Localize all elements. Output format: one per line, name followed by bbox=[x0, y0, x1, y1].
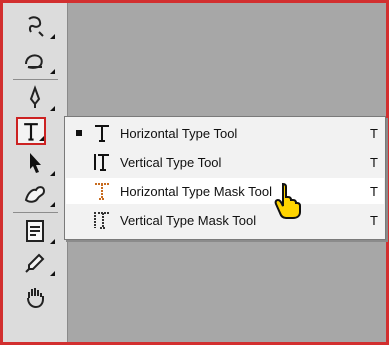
horizontal-type-icon bbox=[90, 121, 114, 145]
pen-icon[interactable] bbox=[15, 83, 55, 113]
tools-panel bbox=[3, 3, 68, 342]
eraser-icon[interactable] bbox=[15, 46, 55, 76]
vertical-type-mask-icon bbox=[90, 208, 114, 232]
type-tool-button[interactable] bbox=[16, 117, 46, 145]
menu-item-label: Vertical Type Tool bbox=[120, 154, 222, 170]
bullet-placeholder bbox=[76, 217, 82, 223]
menu-item-horizontal-type-mask[interactable]: Horizontal Type Mask Tool T bbox=[66, 178, 384, 204]
pen-icon-svg bbox=[29, 85, 41, 108]
type-tool-flyout-menu: Horizontal Type Tool T Vertical Type Too… bbox=[64, 116, 386, 240]
menu-item-horizontal-type[interactable]: Horizontal Type Tool T bbox=[66, 120, 384, 146]
menu-item-shortcut: T bbox=[370, 125, 378, 141]
hand-pointer-cursor-icon bbox=[274, 182, 301, 219]
menu-item-shortcut: T bbox=[370, 183, 378, 199]
vertical-type-icon bbox=[90, 150, 114, 174]
menu-item-vertical-type[interactable]: Vertical Type Tool T bbox=[66, 149, 384, 175]
eyedropper-icon[interactable] bbox=[15, 248, 55, 278]
bullet-placeholder bbox=[76, 159, 82, 165]
menu-item-shortcut: T bbox=[370, 212, 378, 228]
toolbar-divider bbox=[13, 212, 58, 213]
path-selection-icon[interactable] bbox=[15, 148, 55, 178]
hand-icon[interactable] bbox=[15, 282, 55, 312]
menu-item-label: Horizontal Type Mask Tool bbox=[120, 183, 272, 199]
menu-item-label: Vertical Type Mask Tool bbox=[120, 212, 257, 228]
eraser-icon-svg bbox=[25, 54, 43, 69]
notes-icon-svg bbox=[26, 220, 44, 242]
custom-shape-icon[interactable] bbox=[15, 179, 55, 209]
custom-shape-icon-svg bbox=[24, 186, 46, 203]
notes-icon[interactable] bbox=[15, 216, 55, 246]
bullet-placeholder bbox=[76, 188, 82, 194]
eyedropper-icon-svg bbox=[25, 253, 45, 273]
active-bullet bbox=[76, 130, 82, 136]
healing-brush-icon-svg bbox=[28, 16, 44, 37]
healing-brush-icon[interactable] bbox=[15, 11, 55, 41]
horizontal-type-mask-icon bbox=[90, 179, 114, 203]
menu-item-shortcut: T bbox=[370, 154, 378, 170]
toolbar-divider bbox=[13, 79, 58, 80]
menu-item-vertical-type-mask[interactable]: Vertical Type Mask Tool T bbox=[66, 207, 384, 233]
path-selection-icon-svg bbox=[30, 153, 41, 173]
hand-icon-svg bbox=[27, 288, 44, 309]
menu-item-label: Horizontal Type Tool bbox=[120, 125, 238, 141]
